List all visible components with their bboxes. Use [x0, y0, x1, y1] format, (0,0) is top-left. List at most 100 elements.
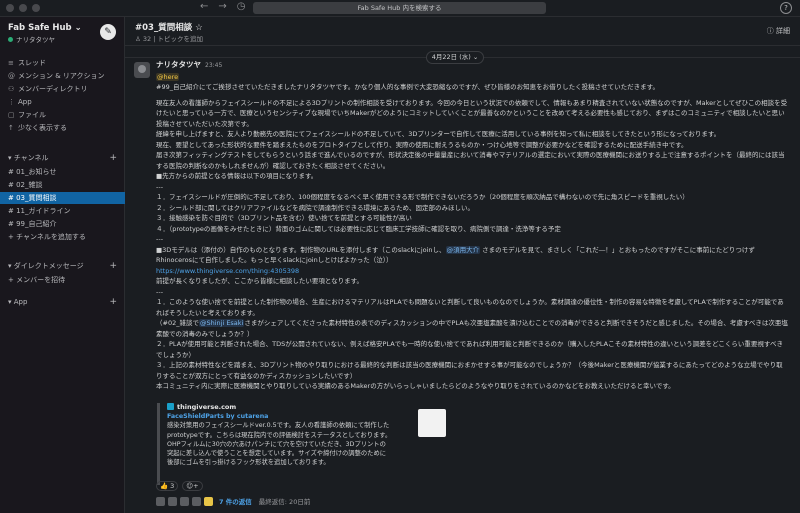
unfurl-title[interactable]: FaceShieldParts by cutarena — [167, 412, 457, 421]
thread-replies-link[interactable]: 7 件の返信 — [219, 496, 252, 506]
message-line: ４．（prototypeの画像をみせたときに）背面のゴムに関しては必要性に応じて… — [156, 224, 561, 233]
user-mention[interactable]: @Shinji Esaki — [198, 319, 245, 327]
thingiverse-icon — [167, 403, 174, 410]
dm-section-header[interactable]: ▾ ダイレクトメッセージ + — [0, 260, 125, 272]
add-dm-icon[interactable]: + — [109, 260, 117, 272]
sidebar-item-channel-99[interactable]: # 99_自己紹介 — [0, 218, 125, 230]
avatar[interactable] — [134, 62, 150, 78]
back-arrow-icon[interactable]: ← — [200, 1, 208, 12]
compose-icon[interactable]: ✎ — [100, 24, 116, 40]
message-line: ２．PLAが使用可能と判断された場合、TDSが公開されていない、例えば格安PLA… — [156, 340, 783, 359]
app-icon: ⋮ — [8, 98, 15, 106]
channel-header: #03_質問相談 ☆ ♙ 32 | トピックを追加 ⓘ 詳細 — [125, 17, 800, 46]
thread-last-reply: 最終返信: 20日前 — [258, 498, 311, 506]
unfurl-body-line: 後部にゴムを引っ掛けるフック形状を追加しております。 — [167, 459, 330, 467]
help-icon[interactable]: ? — [780, 2, 792, 14]
user-mention[interactable]: @須用大介 — [445, 245, 481, 254]
avatar — [180, 496, 189, 506]
unfurl-body-line: 感染対策用のフェイスシールドver.0.5です。友人の看護師の依頼にて制作した — [167, 422, 390, 430]
message-author[interactable]: ナリタタツヤ — [156, 60, 201, 69]
threads-icon: ≡ — [8, 59, 14, 67]
message-line: １．このような使い捨てを前提とした制作物の場合、生産におけるマテリアルはPLAで… — [156, 298, 784, 317]
here-mention[interactable]: @here — [156, 72, 180, 81]
message-line: --- — [156, 235, 164, 243]
message-line-text: さまがシェアしてくださった素材特性の表でのディスカッションの中でPLAも次亜塩素… — [156, 319, 788, 338]
add-app-icon[interactable]: + — [109, 296, 117, 308]
file-icon: ▢ — [8, 111, 15, 119]
message-line-text: （#02_雑談で — [156, 319, 199, 327]
unfurl-body-line: OHPフィルムに30穴の穴あけパンチにて穴を空けていただき、3Dプリントの — [167, 440, 386, 448]
minimize-window-dot[interactable] — [19, 4, 27, 12]
sidebar-item-show-less[interactable]: ↑ 少なく表示する — [0, 122, 125, 134]
details-button[interactable]: ⓘ 詳細 — [767, 26, 790, 36]
unfurl-body-line: prototypeです。こちらは現在院内での評価検討をステータスとしております。 — [167, 431, 392, 439]
sidebar-item-label: ファイル — [18, 111, 46, 119]
window-controls[interactable] — [6, 4, 40, 12]
message: ナリタタツヤ 23:45 @here #99_自己紹介にてご挨拶させていただきまし… — [156, 60, 788, 392]
forward-arrow-icon[interactable]: → — [218, 1, 226, 12]
sidebar-item-channel-11[interactable]: # 11_ガイドライン — [0, 205, 125, 217]
add-reaction-button[interactable]: ☺+ — [182, 481, 203, 491]
thread-summary[interactable]: 7 件の返信 最終返信: 20日前 — [156, 496, 310, 506]
sidebar-item-threads[interactable]: ≡ スレッド — [0, 57, 125, 69]
message-line-text: さまのモデルを見て、まさしく「これだ―！」とおもったのですがそこに事前にたどりつ… — [480, 245, 755, 254]
message-line: 前提が長くなりましたが、ここから皆様に相談したい要項となります。 — [156, 277, 364, 285]
apps-section-header[interactable]: ▾ App + — [0, 296, 125, 308]
message-line-text: ■3Dモデルは（添付の）自作のものとなります。制作物のURLを添付します（このs… — [156, 245, 446, 254]
maximize-window-dot[interactable] — [32, 4, 40, 12]
sidebar-item-channel-02[interactable]: # 02_雑談 — [0, 179, 125, 191]
sidebar-item-label: スレッド — [18, 59, 46, 67]
mention-icon: @ — [8, 72, 15, 80]
message-line: ３．接触感染を防ぐ目的で（3Dプリント品を含む）使い捨てを前提とする可能性が高い — [156, 214, 412, 222]
sidebar-item-files[interactable]: ▢ ファイル — [0, 109, 125, 121]
sidebar-item-channel-03[interactable]: # 03_質問相談 — [0, 192, 125, 204]
avatar — [168, 496, 177, 506]
message-time[interactable]: 23:45 — [205, 62, 222, 69]
sidebar-item-label: メンバーディレクトリ — [18, 85, 88, 93]
sidebar-item-channel-01[interactable]: # 01_お知らせ — [0, 166, 125, 178]
channel-meta[interactable]: ♙ 32 | トピックを追加 — [135, 33, 203, 43]
sidebar-item-app[interactable]: ⋮ App — [0, 96, 125, 108]
message-line: #99_自己紹介にてご挨拶させていただきましたナリタタツヤです。かなり個人的な事… — [156, 83, 660, 91]
dm-section-label: ▾ ダイレクトメッセージ — [8, 262, 84, 270]
avatar — [204, 496, 213, 506]
people-icon: ⚇ — [8, 85, 15, 93]
message-line: ２．シールド部に関してはクリアファイルなどを病院で調達制作できる環境にあるため、… — [156, 203, 475, 212]
message-line: １．フェイスシールドが圧倒的に不足しており、100個程度をなるべく早く使用できる… — [156, 193, 689, 201]
avatar — [156, 496, 165, 506]
history-nav: ← → ◷ — [200, 1, 246, 12]
reactions: 👍 3 ☺+ — [156, 481, 203, 491]
message-line: ■3Dモデルは（添付の）自作のものとなります。制作物のURLを添付します（このs… — [156, 245, 788, 256]
unfurl-site: thingiverse.com — [177, 403, 237, 411]
add-channel-button[interactable]: + チャンネルを追加する — [0, 231, 125, 243]
channel-title[interactable]: #03_質問相談 ☆ — [135, 21, 203, 33]
message-line: （#02_雑談で@Shinji Esakiさまがシェアしてくださった素材特性の表… — [156, 318, 788, 339]
message-line: Rhinocerosにて自作しました。もっと早くslackにjoinしとけばよか… — [156, 256, 393, 264]
sidebar-item-mentions[interactable]: @ メンション & リアクション — [0, 70, 125, 82]
add-channel-icon[interactable]: + — [109, 152, 117, 164]
up-arrow-icon: ↑ — [8, 124, 14, 132]
message-line: --- — [156, 287, 164, 296]
message-line: 本コミュニティ内に実際に医療機関とやり取りしている実績のあるMakerの方がいら… — [156, 382, 675, 390]
close-window-dot[interactable] — [6, 4, 14, 12]
window-titlebar: ← → ◷ Fab Safe Hub 内を検索する ? — [0, 0, 800, 17]
search-input[interactable]: Fab Safe Hub 内を検索する — [253, 2, 546, 14]
workspace-name[interactable]: Fab Safe Hub ⌄ — [8, 23, 82, 33]
sidebar-item-member-directory[interactable]: ⚇ メンバーディレクトリ — [0, 83, 125, 95]
message-line: 届き次第フィッティングテストをしてもらうという話まで進んでいるのですが、形状決定… — [156, 151, 785, 170]
sidebar: Fab Safe Hub ⌄ ナリタタツヤ ✎ ≡ スレッド @ メンション & リ… — [0, 17, 125, 513]
workspace-user[interactable]: ナリタタツヤ — [8, 34, 55, 44]
thingiverse-link[interactable]: https://www.thingiverse.com/thing:430539… — [156, 266, 788, 277]
online-status-icon — [8, 37, 13, 42]
thumbs-up-reaction[interactable]: 👍 3 — [156, 481, 179, 491]
unfurl-thumbnail[interactable] — [418, 409, 446, 437]
message-line: ■先方からの前提となる情報は以下の項目になります。 — [156, 172, 318, 180]
message-line: ３．上記の素材特性などを踏まえ、3Dプリント物のやり取りにおける最終的な判断は該… — [156, 361, 783, 380]
message-line: --- — [156, 182, 164, 191]
link-unfurl[interactable]: thingiverse.com FaceShieldParts by cutar… — [157, 403, 457, 485]
message-line: 現在、要望としてあった形状的な要件を踏まえたものをプロトタイプとして作り、実際の… — [156, 140, 688, 149]
invite-member-button[interactable]: + メンバーを招待 — [0, 274, 125, 286]
channels-section-header[interactable]: ▾ チャンネル + — [0, 152, 125, 164]
message-line: 現在友人の看護師からフェイスシールドの不足による3Dプリントの制作相談を受けてお… — [156, 98, 788, 128]
history-clock-icon[interactable]: ◷ — [237, 1, 246, 12]
